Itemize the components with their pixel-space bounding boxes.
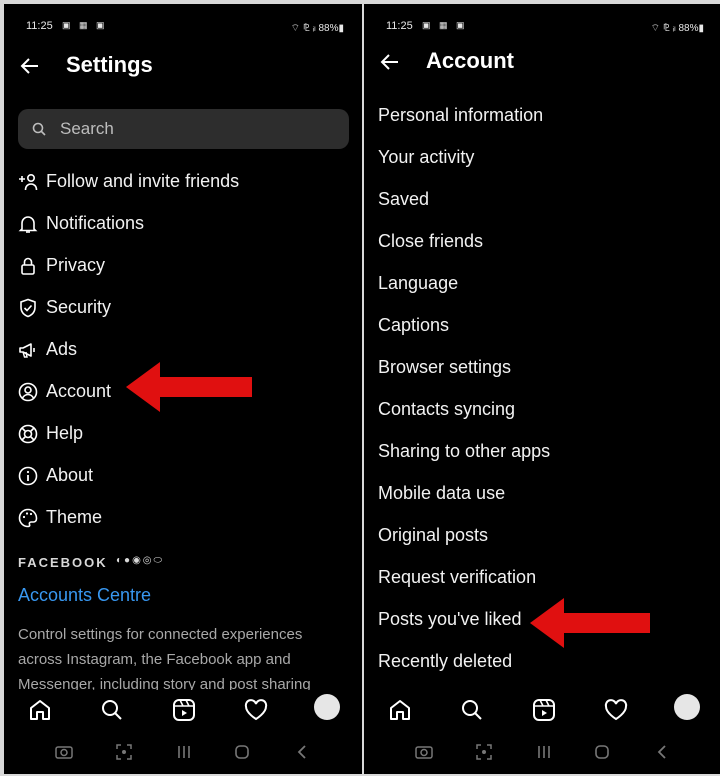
recent-apps-icon[interactable]	[534, 742, 554, 762]
status-notification-icons: ▣ ▦ ▣	[62, 20, 108, 30]
lock-icon	[21, 257, 35, 275]
heart-icon[interactable]	[602, 696, 630, 724]
account-item-saved[interactable]: Saved	[378, 189, 698, 219]
menu-item-label: Security	[46, 297, 112, 317]
menu-item-about[interactable]: About	[18, 462, 318, 492]
status-time: 11:25	[26, 20, 53, 32]
recent-apps-icon[interactable]	[174, 742, 194, 762]
back-arrow-icon[interactable]	[18, 54, 42, 78]
profile-avatar[interactable]	[674, 694, 700, 720]
system-nav-bar	[4, 734, 362, 770]
settings-screen: 11:25 ▣ ▦ ▣ ⌔ ⅊ ᵢₗ 88%▮ Settings Search …	[4, 4, 362, 774]
page-title: Settings	[66, 52, 153, 77]
account-item-mobile-data-use[interactable]: Mobile data use	[378, 483, 698, 513]
account-item-close-friends[interactable]: Close friends	[378, 231, 698, 261]
header: Account	[364, 44, 720, 92]
search-icon[interactable]	[98, 696, 126, 724]
scan-icon[interactable]	[474, 742, 494, 762]
home-icon[interactable]	[386, 696, 414, 724]
status-bar: 11:25 ▣ ▦ ▣ ⌔ ⅊ ᵢₗ 88%▮	[26, 20, 344, 38]
menu-item-help[interactable]: Help	[18, 420, 318, 450]
profile-avatar[interactable]	[314, 694, 340, 720]
system-back-icon[interactable]	[292, 742, 312, 762]
account-item-personal-information[interactable]: Personal information	[378, 105, 698, 135]
system-nav-bar	[364, 734, 720, 770]
reels-icon[interactable]	[530, 696, 558, 724]
menu-item-label: Notifications	[46, 213, 145, 233]
account-item-captions[interactable]: Captions	[378, 315, 698, 345]
account-item-sharing-to-other-apps[interactable]: Sharing to other apps	[378, 441, 698, 471]
status-battery: ⌔ ⅊ ᵢₗ 88%▮	[290, 23, 344, 34]
home-button-icon[interactable]	[232, 742, 252, 762]
home-icon[interactable]	[26, 696, 54, 724]
menu-item-label: Account	[46, 381, 112, 401]
menu-item-follow-invite[interactable]: Follow and invite friends	[18, 168, 318, 198]
status-time: 11:25	[386, 20, 413, 32]
camera-icon[interactable]	[414, 742, 434, 762]
status-battery: ⌔ ⅊ ᵢₗ 88%▮	[650, 23, 704, 34]
palette-icon	[18, 508, 38, 528]
menu-item-label: Privacy	[46, 255, 106, 275]
account-item-your-activity[interactable]: Your activity	[378, 147, 698, 177]
bottom-tab-bar	[364, 690, 720, 730]
menu-item-security[interactable]: Security	[18, 294, 318, 324]
shield-icon	[20, 298, 36, 318]
account-item-contacts-syncing[interactable]: Contacts syncing	[378, 399, 698, 429]
accounts-centre-link[interactable]: Accounts Centre	[18, 585, 151, 606]
menu-item-label: Ads	[46, 339, 78, 359]
status-notification-icons: ▣ ▦ ▣	[422, 20, 468, 30]
bell-icon	[18, 216, 38, 233]
menu-item-label: Follow and invite friends	[46, 171, 240, 191]
menu-item-label: Help	[46, 423, 84, 443]
search-input[interactable]: Search	[18, 109, 349, 149]
header: Settings	[4, 44, 362, 92]
home-button-icon[interactable]	[592, 742, 612, 762]
search-placeholder: Search	[60, 119, 114, 138]
menu-item-label: Theme	[46, 507, 103, 527]
camera-icon[interactable]	[54, 742, 74, 762]
menu-item-privacy[interactable]: Privacy	[18, 252, 318, 282]
status-bar: 11:25 ▣ ▦ ▣ ⌔ ⅊ ᵢₗ 88%▮	[386, 20, 704, 38]
account-item-browser-settings[interactable]: Browser settings	[378, 357, 698, 387]
search-icon[interactable]	[458, 696, 486, 724]
menu-item-theme[interactable]: Theme	[18, 504, 318, 534]
lifebuoy-icon	[18, 424, 38, 444]
account-item-language[interactable]: Language	[378, 273, 698, 303]
info-icon	[18, 466, 38, 486]
account-circle-icon	[18, 382, 38, 402]
account-screen: 11:25 ▣ ▦ ▣ ⌔ ⅊ ᵢₗ 88%▮ Account Personal…	[364, 4, 720, 774]
account-item-original-posts[interactable]: Original posts	[378, 525, 698, 555]
red-arrow-pointer	[126, 362, 252, 412]
megaphone-icon	[19, 343, 35, 358]
search-icon	[32, 122, 46, 136]
bottom-tab-bar	[4, 690, 362, 730]
account-item-recently-deleted[interactable]: Recently deleted	[378, 651, 698, 681]
red-arrow-pointer	[530, 598, 650, 648]
add-person-icon	[19, 173, 38, 191]
account-item-request-verification[interactable]: Request verification	[378, 567, 698, 597]
facebook-section-header: FACEBOOK	[18, 555, 108, 570]
facebook-apps-icons: ◐●◉◎⬭	[116, 555, 165, 566]
scan-icon[interactable]	[114, 742, 134, 762]
page-title: Account	[426, 48, 514, 73]
accounts-centre-description: Control settings for connected experienc…	[18, 626, 311, 693]
reels-icon[interactable]	[170, 696, 198, 724]
menu-item-label: About	[46, 465, 94, 485]
back-arrow-icon[interactable]	[378, 50, 402, 74]
heart-icon[interactable]	[242, 696, 270, 724]
menu-item-notifications[interactable]: Notifications	[18, 210, 318, 240]
system-back-icon[interactable]	[652, 742, 672, 762]
